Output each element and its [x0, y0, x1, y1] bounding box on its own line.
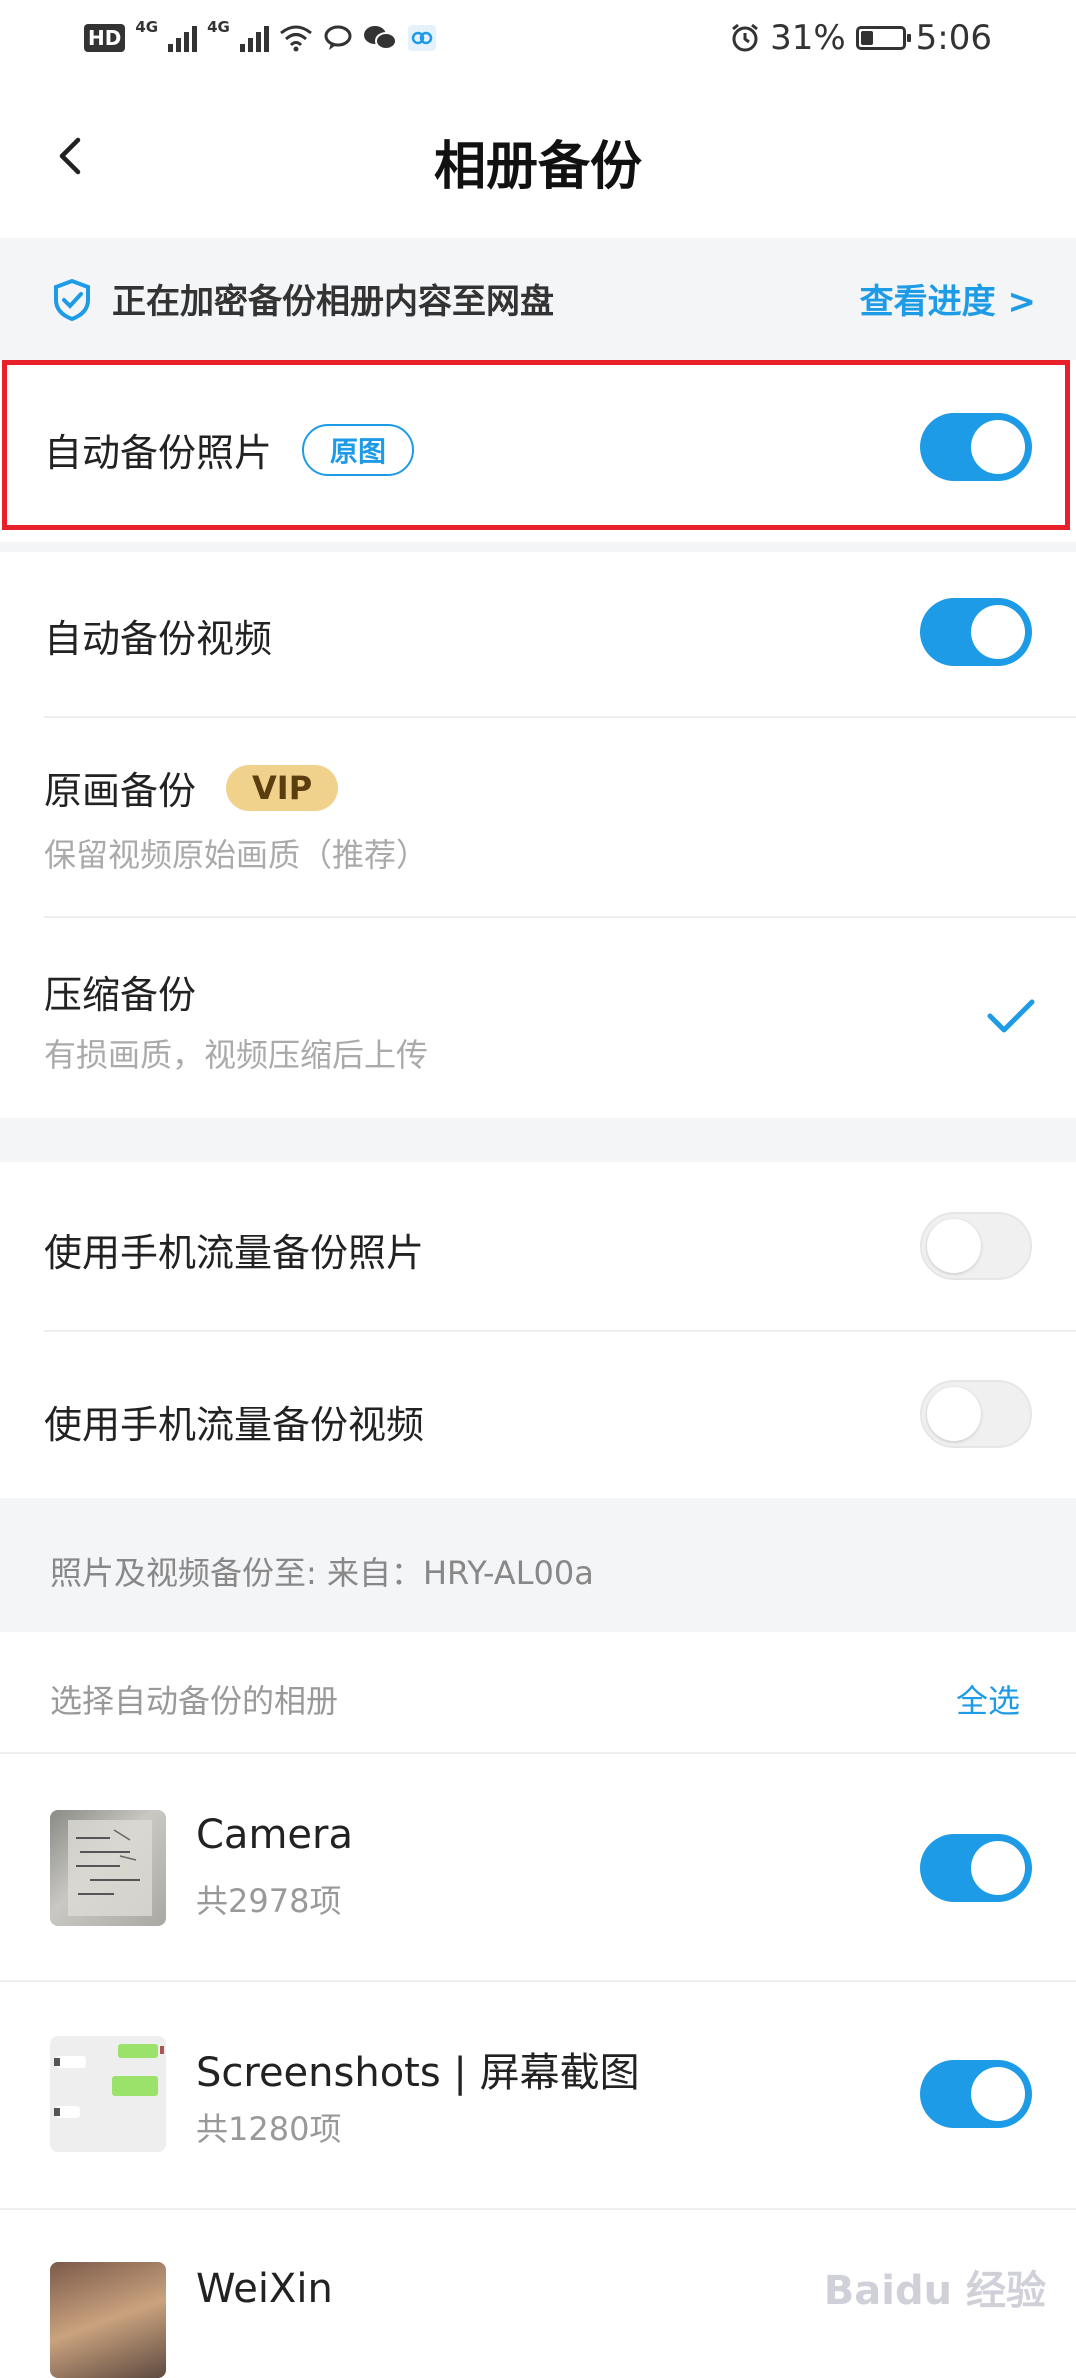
auto-backup-video-row: 自动备份视频: [0, 552, 1076, 716]
highlight-box: [2, 360, 1070, 530]
albums-header-label: 选择自动备份的相册: [50, 1682, 339, 1720]
battery-icon: [855, 26, 911, 50]
toggle-knob: [927, 1387, 981, 1441]
album-row-screenshots: Screenshots | 屏幕截图 共1280项: [0, 1982, 1076, 2208]
auto-backup-video-toggle[interactable]: [920, 598, 1032, 666]
banner-message: 正在加密备份相册内容至网盘: [112, 282, 554, 322]
compressed-backup-label: 压缩备份: [44, 973, 197, 1017]
mobile-data-photos-label: 使用手机流量备份照片: [44, 1231, 425, 1275]
toggle-knob: [927, 1219, 981, 1273]
section-gap: [0, 1118, 1076, 1162]
battery-fill: [860, 31, 873, 45]
battery-percent: 31%: [770, 18, 846, 58]
album-row-camera: Camera 共2978项: [0, 1754, 1076, 1980]
wifi-icon: [279, 25, 312, 52]
album-thumbnail: [50, 2262, 166, 2378]
nav-bar: 相册备份: [0, 76, 1076, 238]
photo-thumbnail: [68, 1820, 152, 1916]
toggle-knob: [971, 605, 1025, 659]
backup-destination-text: 照片及视频备份至: 来自：HRY-AL00a: [50, 1554, 594, 1592]
watermark-logo: Baidu 经验: [823, 2268, 1046, 2314]
toggle-knob: [971, 1841, 1025, 1895]
album-count: 共2978项: [196, 1882, 342, 1920]
alarm-icon: [732, 23, 758, 52]
cloud-app-icon: [407, 25, 436, 51]
toggle-knob: [971, 2067, 1025, 2121]
original-quality-desc: 保留视频原始画质（推荐）: [44, 836, 429, 874]
select-all-button[interactable]: 全选: [956, 1676, 1020, 1722]
album-name: WeiXin: [196, 2266, 333, 2312]
mobile-data-photos-row: 使用手机流量备份照片: [0, 1162, 1076, 1330]
screenshot-thumbnail: [54, 2044, 164, 2118]
original-quality-option[interactable]: 原画备份 VIP 保留视频原始画质（推荐）: [0, 718, 1076, 916]
clock: 5:06: [915, 18, 992, 58]
status-left: HD 4G 4G: [84, 18, 437, 58]
shield-icon: [54, 278, 90, 322]
page-title: 相册备份: [433, 137, 642, 197]
backup-progress-banner: 正在加密备份相册内容至网盘 查看进度 >: [0, 238, 1076, 360]
vip-badge: VIP: [226, 764, 339, 811]
compressed-backup-option[interactable]: 压缩备份 有损画质，视频压缩后上传: [0, 918, 1076, 1118]
section-gap: [0, 542, 1076, 552]
compressed-backup-desc: 有损画质，视频压缩后上传: [44, 1036, 429, 1074]
backup-destination-section: 照片及视频备份至: 来自：HRY-AL00a: [0, 1498, 1076, 1632]
original-quality-label-group: 原画备份 VIP: [44, 760, 339, 815]
status-right: 31% 5:06: [730, 14, 992, 62]
signal-icon: [168, 24, 198, 52]
album-name: Screenshots | 屏幕截图: [196, 2050, 640, 2096]
network-type-2: 4G: [207, 18, 230, 36]
chat-icon: [324, 25, 352, 50]
mobile-data-video-label: 使用手机流量备份视频: [44, 1403, 425, 1447]
wechat-icon: [363, 26, 397, 50]
network-type-1: 4G: [135, 18, 159, 36]
checkmark-icon: [987, 999, 1035, 1033]
album-name: Camera: [196, 1812, 353, 1858]
mobile-data-video-row: 使用手机流量备份视频: [0, 1332, 1076, 1498]
mobile-data-photos-toggle[interactable]: [920, 1212, 1032, 1280]
original-quality-label: 原画备份: [44, 769, 197, 813]
album-thumbnail: [50, 2036, 166, 2152]
status-bar: HD 4G 4G 31% 5:06: [0, 0, 1076, 76]
album-camera-toggle[interactable]: [920, 1834, 1032, 1902]
hd-badge: HD: [84, 24, 126, 52]
album-screenshots-toggle[interactable]: [920, 2060, 1032, 2128]
albums-header: 选择自动备份的相册 全选: [0, 1632, 1076, 1752]
auto-backup-video-label: 自动备份视频: [44, 617, 273, 661]
mobile-data-video-toggle[interactable]: [920, 1380, 1032, 1448]
album-thumbnail: [50, 1810, 166, 1926]
album-count: 共1280项: [196, 2110, 342, 2148]
view-progress-link[interactable]: 查看进度 >: [860, 274, 1036, 323]
signal-icon-2: [239, 24, 269, 52]
